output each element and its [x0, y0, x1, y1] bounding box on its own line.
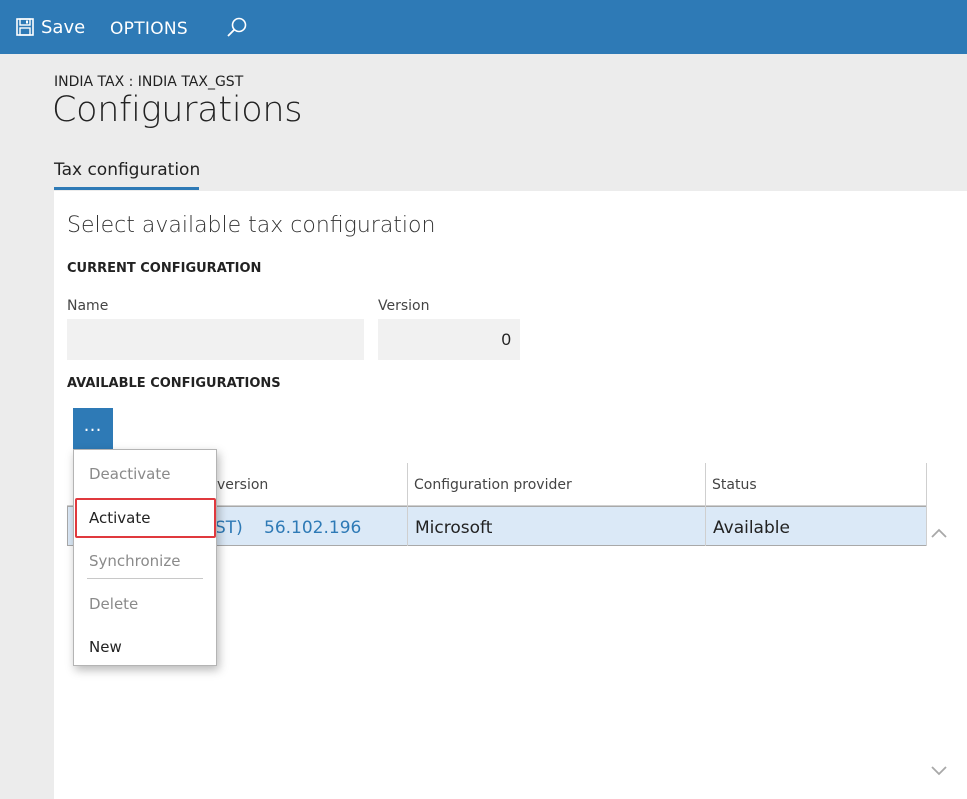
tab-selected-indicator [54, 187, 199, 190]
column-header-version[interactable]: version [217, 477, 268, 493]
row-version-cell[interactable]: 56.102.196 [264, 518, 361, 538]
name-field[interactable] [67, 319, 364, 360]
tab-tax-configuration[interactable]: Tax configuration [54, 160, 200, 180]
menu-item-deactivate[interactable]: Deactivate [89, 465, 170, 483]
section-title: Select available tax configuration [67, 213, 436, 238]
column-divider [705, 463, 706, 546]
breadcrumb: INDIA TAX : INDIA TAX_GST [54, 74, 244, 90]
chevron-down-icon[interactable] [927, 758, 951, 782]
action-pane: Save OPTIONS [0, 0, 967, 54]
column-header-status[interactable]: Status [712, 477, 757, 493]
available-configurations-heading: AVAILABLE CONFIGURATIONS [67, 376, 281, 391]
save-button[interactable]: Save [41, 17, 85, 38]
menu-item-activate[interactable]: Activate [89, 509, 150, 527]
options-button[interactable]: OPTIONS [110, 19, 188, 39]
menu-item-new[interactable]: New [89, 638, 122, 656]
name-label: Name [67, 298, 109, 314]
row-provider-cell: Microsoft [415, 518, 493, 538]
column-header-configuration-provider[interactable]: Configuration provider [414, 477, 572, 493]
menu-separator [87, 578, 203, 579]
row-status-cell: Available [713, 518, 790, 538]
version-field[interactable] [378, 319, 520, 360]
page-title: Configurations [52, 90, 303, 130]
search-icon[interactable] [224, 15, 250, 41]
menu-item-synchronize[interactable]: Synchronize [89, 552, 180, 570]
menu-item-delete[interactable]: Delete [89, 595, 138, 613]
row-name-cell[interactable]: ST) [215, 518, 243, 538]
chevron-up-icon[interactable] [927, 522, 951, 546]
column-divider [407, 463, 408, 546]
save-icon[interactable] [16, 18, 34, 36]
current-configuration-heading: CURRENT CONFIGURATION [67, 261, 262, 276]
version-label: Version [378, 298, 430, 314]
more-actions-button[interactable]: … [73, 408, 113, 449]
actions-menu: Deactivate Activate Synchronize Delete N… [73, 449, 217, 666]
